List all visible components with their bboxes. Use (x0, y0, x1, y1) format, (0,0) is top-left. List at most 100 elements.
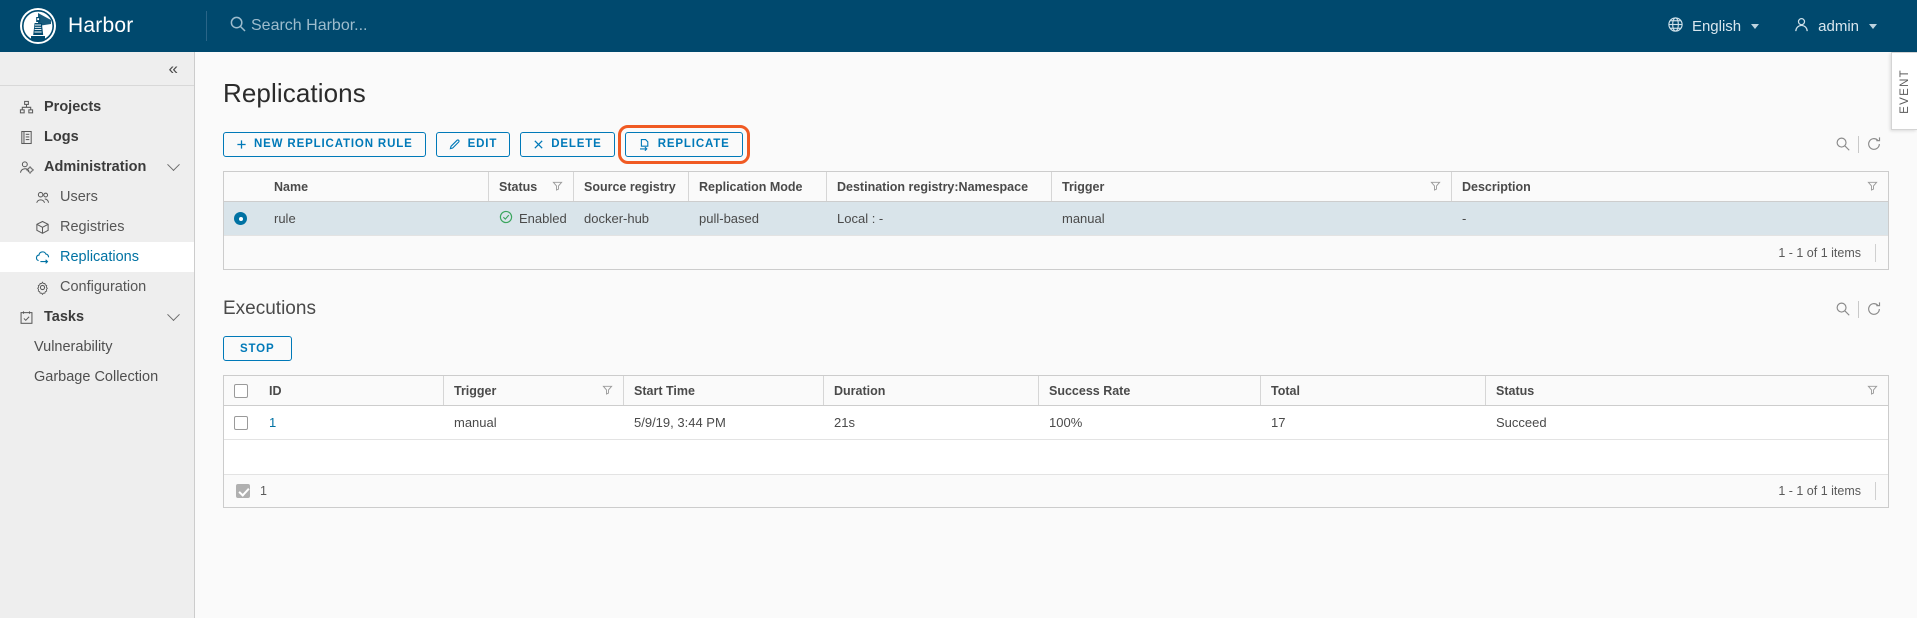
table-row[interactable]: 1 manual 5/9/19, 3:44 PM 21s 100% 17 Suc… (224, 406, 1888, 440)
chevron-down-icon (1751, 23, 1760, 29)
header-divider (206, 11, 207, 41)
event-tab[interactable]: EVENT (1891, 52, 1917, 130)
footer-checkbox-icon[interactable] (236, 484, 250, 498)
pencil-icon (449, 138, 461, 150)
sidebar-item-label: Registries (60, 219, 125, 235)
sidebar-item-users[interactable]: Users (0, 182, 194, 212)
sidebar: « Projects Logs Administration Users Reg… (0, 52, 195, 618)
replicate-button[interactable]: REPLICATE (617, 124, 750, 164)
sidebar-item-replications[interactable]: Replications (0, 242, 194, 272)
row-checkbox[interactable] (224, 406, 259, 439)
button-label: DELETE (551, 138, 602, 150)
column-label: Trigger (454, 383, 497, 398)
logs-icon (18, 129, 35, 146)
pagination-count: 1 - 1 of 1 items (1778, 245, 1861, 260)
sidebar-item-vulnerability[interactable]: Vulnerability (0, 332, 194, 362)
table-empty-space (224, 440, 1888, 474)
radio-selected-icon (234, 212, 247, 225)
filter-icon[interactable] (1867, 384, 1878, 398)
sidebar-item-registries[interactable]: Registries (0, 212, 194, 242)
sidebar-item-label: Logs (44, 129, 79, 145)
sidebar-item-garbage-collection[interactable]: Garbage Collection (0, 362, 194, 392)
cell-replication-mode: pull-based (699, 211, 759, 226)
search-input[interactable] (251, 17, 631, 35)
column-header-status[interactable]: Status (1486, 376, 1888, 405)
column-header-replication-mode[interactable]: Replication Mode (689, 172, 827, 201)
column-header-trigger[interactable]: Trigger (444, 376, 624, 405)
select-all-checkbox[interactable] (224, 376, 259, 405)
sidebar-item-tasks[interactable]: Tasks (0, 302, 194, 332)
sidebar-item-logs[interactable]: Logs (0, 122, 194, 152)
sidebar-item-configuration[interactable]: Configuration (0, 272, 194, 302)
column-header-trigger[interactable]: Trigger (1052, 172, 1452, 201)
sidebar-item-label: Users (60, 189, 98, 205)
column-label: Name (274, 179, 309, 194)
plus-icon (236, 139, 247, 150)
column-label: Replication Mode (699, 179, 803, 194)
search-area[interactable] (229, 15, 1667, 38)
refresh-icon[interactable] (1859, 296, 1889, 322)
sidebar-item-projects[interactable]: Projects (0, 92, 194, 122)
replicate-icon (638, 138, 651, 151)
column-header-success-rate[interactable]: Success Rate (1039, 376, 1261, 405)
row-radio[interactable] (224, 202, 264, 235)
filter-icon[interactable] (1430, 180, 1441, 194)
sidebar-item-label: Garbage Collection (34, 369, 159, 385)
event-tab-label: EVENT (1898, 68, 1911, 114)
cell-status: Succeed (1496, 415, 1547, 430)
double-chevron-left-icon: « (168, 58, 178, 78)
header-actions: English admin (1667, 16, 1917, 37)
brand-area[interactable]: Harbor (0, 0, 206, 52)
column-label: Trigger (1062, 179, 1105, 194)
search-icon (229, 15, 247, 38)
sidebar-item-label: Configuration (60, 279, 147, 295)
new-replication-rule-button[interactable]: NEW REPLICATION RULE (223, 131, 426, 157)
column-label: Source registry (584, 179, 676, 194)
refresh-icon[interactable] (1859, 131, 1889, 157)
column-header-source-registry[interactable]: Source registry (574, 172, 689, 201)
search-icon[interactable] (1828, 131, 1858, 157)
language-selector[interactable]: English (1667, 16, 1760, 37)
harbor-logo-icon (20, 8, 56, 44)
column-header-destination[interactable]: Destination registry:Namespace (827, 172, 1052, 201)
column-header-total[interactable]: Total (1261, 376, 1486, 405)
column-header-id[interactable]: ID (259, 376, 444, 405)
executions-toolbar: STOP (223, 336, 1889, 361)
stop-button[interactable]: STOP (223, 336, 292, 361)
column-label: Status (499, 179, 538, 194)
edit-button[interactable]: EDIT (435, 131, 511, 157)
cell-success-rate: 100% (1049, 415, 1083, 430)
column-header-description[interactable]: Description (1452, 172, 1888, 201)
user-menu[interactable]: admin (1793, 16, 1877, 37)
filter-icon[interactable] (552, 180, 563, 194)
sidebar-collapse-button[interactable]: « (0, 52, 194, 86)
replications-icon (34, 249, 51, 266)
filter-icon[interactable] (602, 384, 613, 398)
sidebar-item-administration[interactable]: Administration (0, 152, 194, 182)
table-row[interactable]: rule Enabled docker-hub pull-based Local… (224, 202, 1888, 236)
cell-source-registry: docker-hub (584, 211, 650, 226)
replications-table: Name Status Source registry Replication … (223, 171, 1889, 270)
cell-destination: Local : - (837, 211, 884, 226)
column-header-status[interactable]: Status (489, 172, 574, 201)
cell-id[interactable]: 1 (259, 406, 444, 439)
executions-header: Executions (223, 270, 1889, 322)
search-icon[interactable] (1828, 296, 1858, 322)
configuration-icon (34, 279, 51, 296)
footer-selected-count: 1 (260, 484, 267, 498)
footer-divider (1875, 243, 1876, 262)
sidebar-item-label: Projects (44, 99, 102, 115)
column-header-name[interactable]: Name (264, 172, 489, 201)
column-label: Start Time (634, 383, 695, 398)
column-header-duration[interactable]: Duration (824, 376, 1039, 405)
sidebar-item-label: Replications (60, 249, 139, 265)
executions-title: Executions (223, 298, 316, 319)
sidebar-nav: Projects Logs Administration Users Regis… (0, 86, 194, 392)
delete-button[interactable]: DELETE (520, 131, 615, 157)
column-header-start-time[interactable]: Start Time (624, 376, 824, 405)
cell-duration: 21s (834, 415, 855, 430)
administration-icon (18, 159, 35, 176)
select-column-header (224, 172, 264, 201)
filter-icon[interactable] (1867, 180, 1878, 194)
chevron-down-icon (1869, 23, 1877, 29)
